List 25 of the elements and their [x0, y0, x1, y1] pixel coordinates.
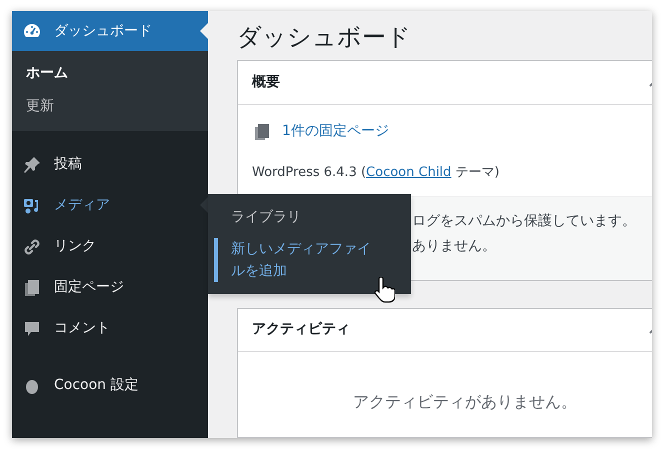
- akismet-text: ありません。: [412, 236, 497, 256]
- menu-item[interactable]: リンク: [12, 226, 208, 267]
- menu-item[interactable]: ダッシュボード: [12, 11, 208, 51]
- flyout-item[interactable]: 新しいメディアファイルを追加: [214, 238, 376, 282]
- submenu-item[interactable]: ホーム: [12, 63, 208, 84]
- menu-item[interactable]: 投稿: [12, 144, 208, 185]
- menu-item[interactable]: Cocoon 設定: [12, 365, 208, 406]
- submenu-item[interactable]: 更新: [12, 96, 208, 117]
- pin-icon: [22, 154, 42, 174]
- menu-item[interactable]: コメント: [12, 308, 208, 349]
- hand-cursor-icon: [373, 277, 395, 303]
- menu-item[interactable]: 固定ページ: [12, 267, 208, 308]
- panel-title: アクティビティ: [252, 320, 350, 339]
- theme-link[interactable]: Cocoon Child: [366, 165, 452, 180]
- pages-icon: [22, 278, 42, 298]
- akismet-text: ログをスパムから保護しています。: [412, 212, 637, 230]
- flyout-item[interactable]: ライブラリ: [214, 206, 376, 228]
- version-text: WordPress 6.4.3 (Cocoon Child テーマ): [252, 164, 501, 182]
- link-icon: [22, 236, 42, 256]
- page-title: ダッシュボード: [237, 22, 412, 53]
- pages-icon: [252, 122, 272, 142]
- empty-message: アクティビティがありません。: [353, 392, 577, 410]
- pages-count-link[interactable]: 1件の固定ページ: [252, 121, 389, 142]
- current-marker: [200, 23, 208, 39]
- panel-title: 概要: [252, 73, 280, 92]
